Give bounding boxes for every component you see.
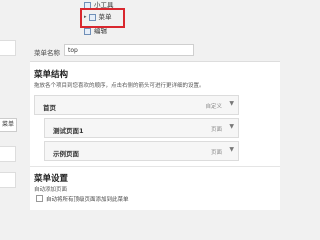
menu-name-label: 菜单名称 [34,49,60,57]
auto-add-pages-label: 自动添加页面 [34,187,68,193]
menu-structure-description: 拖放各个项目到您喜欢的顺序，点击右侧的箭头可进行更详细的设置。 [34,83,205,89]
divider [30,166,280,167]
auto-add-checkbox-label: 自动将所有顶级页面添加到此菜单 [46,197,129,203]
add-to-menu-label: 菜单 [2,121,15,128]
menu-name-input[interactable] [64,44,194,56]
sidebar-panel [0,146,16,162]
menu-item-row[interactable]: 测试页面1 页面 ▼ [44,118,239,138]
menu-item-type: 自定义 [205,104,222,110]
menu-item-title: 测试页面1 [53,127,84,135]
menu-structure-heading: 菜单结构 [34,70,69,80]
highlight-box [80,8,125,28]
expand-arrow-icon[interactable]: ▼ [229,100,234,107]
expand-arrow-icon[interactable]: ▼ [229,123,234,130]
menu-item-title: 示例页面 [53,150,79,158]
menu-item-type: 页面 [210,150,222,156]
menu-item-row[interactable]: 首页 自定义 ▼ [34,95,239,115]
menu-item-title: 首页 [43,104,56,112]
expand-arrow-icon[interactable]: ▼ [229,146,234,153]
sidebar-panel [0,172,16,188]
submenu-item-label: 编辑 [94,27,107,35]
menu-settings-heading: 菜单设置 [34,174,69,184]
auto-add-checkbox[interactable] [36,195,43,202]
menu-item-row[interactable]: 示例页面 页面 ▼ [44,141,239,161]
menu-item-type: 页面 [210,127,222,133]
editor-icon [84,28,91,35]
add-to-menu-button[interactable]: 菜单 [0,118,17,132]
sidebar-panel [0,40,16,56]
submenu-item-editor[interactable]: 编辑 [84,27,107,36]
